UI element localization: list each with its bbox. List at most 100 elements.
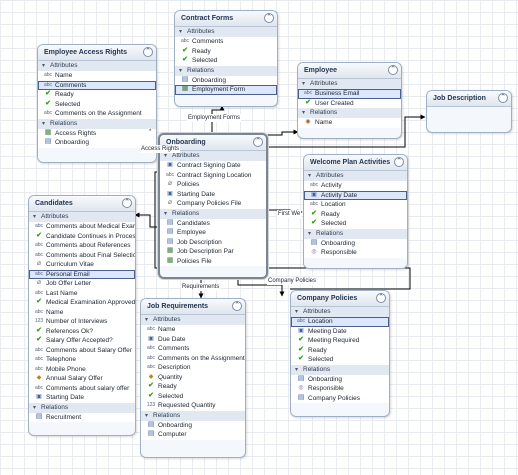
field-row-selected[interactable]: ✔ Selected xyxy=(141,391,245,401)
field-row-selected[interactable]: ✔ Selected xyxy=(38,99,156,109)
field-row-access-rights[interactable]: ▦ Access Rights xyxy=(38,128,156,138)
field-row-employee[interactable]: ▤ Employee xyxy=(160,228,266,238)
field-row-selected[interactable]: ✔ Selected xyxy=(291,355,389,365)
collapse-arrow-icon[interactable]: ▾ xyxy=(42,61,50,71)
field-row-ready[interactable]: ✔ Ready xyxy=(304,209,407,219)
field-row-onboarding[interactable]: ▤ Onboarding xyxy=(304,238,407,248)
collapse-arrow-icon[interactable]: ▾ xyxy=(302,79,310,89)
collapse-icon[interactable]: ⌃ xyxy=(498,93,508,103)
collapse-icon[interactable]: ⌃ xyxy=(143,47,153,57)
collapse-arrow-icon[interactable]: ▾ xyxy=(179,27,187,37)
field-row-activity[interactable]: abc Activity xyxy=(304,181,407,191)
field-row-company-policies[interactable]: ▤ Company Policies xyxy=(291,393,389,403)
field-row-comments[interactable]: abc Comments xyxy=(141,344,245,354)
field-row-onboarding[interactable]: ▤ Onboarding xyxy=(175,75,277,85)
field-row-medical-examination-approved[interactable]: ✔ Medical Examination Approved xyxy=(29,298,135,308)
entity-company-policies[interactable]: Company Policies ⌃ ▾ Attributes abc Location ▣… xyxy=(290,290,390,417)
relations-section-header[interactable]: ▾ Relations xyxy=(304,228,407,239)
field-row-contract-signing-location[interactable]: abc Contract Signing Location xyxy=(160,170,266,180)
field-row-personal-email[interactable]: abc Personal Email xyxy=(29,269,135,279)
relations-section-header[interactable]: ▾ Relations xyxy=(160,208,266,219)
field-row-onboarding[interactable]: ▤ Onboarding xyxy=(141,420,245,430)
field-row-job-description-par[interactable]: ▦ Job Description Par xyxy=(160,247,266,257)
field-row-responsible[interactable]: ◎ Responsible xyxy=(291,384,389,394)
relations-section-header[interactable]: ▾ Relations xyxy=(175,65,277,76)
collapse-arrow-icon[interactable]: ▾ xyxy=(295,307,303,317)
collapse-arrow-icon[interactable]: ▾ xyxy=(33,212,41,222)
attributes-section-header[interactable]: ▾ Attributes xyxy=(298,79,401,89)
field-row-references-ok[interactable]: ✔ References Ok? xyxy=(29,326,135,336)
field-row-business-email[interactable]: abc Business Email xyxy=(298,89,401,99)
entity-title[interactable]: Employee Access Rights xyxy=(38,45,156,61)
field-row-curriculum-vitae[interactable]: ⌀ Curriculum Vitae xyxy=(29,260,135,270)
field-row-comments-about-medical-exam[interactable]: abc Comments about Medical Exam xyxy=(29,222,135,232)
field-row-company-policies-file[interactable]: ⌀ Company Policies File xyxy=(160,199,266,209)
field-row-ready[interactable]: ✔ Ready xyxy=(141,382,245,392)
field-row-starting-date[interactable]: ▣ Starting Date xyxy=(29,393,135,403)
field-row-comments-about-references[interactable]: abc Comments about References xyxy=(29,241,135,251)
entity-welcome-plan-activities[interactable]: Welcome Plan Activities ⌃ ▾ Attributes abc Ac… xyxy=(303,154,408,269)
field-row-ready[interactable]: ✔ Ready xyxy=(291,345,389,355)
collapse-arrow-icon[interactable]: ▾ xyxy=(308,171,316,181)
collapse-arrow-icon[interactable]: ▾ xyxy=(308,229,316,239)
relations-section-header[interactable]: ▾ Relations xyxy=(29,402,135,413)
field-row-policies[interactable]: ⌀ Policies xyxy=(160,180,266,190)
field-row-ready[interactable]: ✔ Ready xyxy=(38,90,156,100)
attributes-section-header[interactable]: ▾ Attributes xyxy=(291,307,389,317)
field-row-job-description[interactable]: ▤ Job Description xyxy=(160,237,266,247)
relations-section-header[interactable]: ▾ Relations xyxy=(38,118,156,129)
field-row-comments-about-final-selection[interactable]: abc Comments about Final Selection xyxy=(29,250,135,260)
collapse-arrow-icon[interactable]: ▾ xyxy=(33,403,41,413)
field-row-meeting-date[interactable]: ▣ Meeting Date xyxy=(291,326,389,336)
entity-onboarding[interactable]: Onboarding ⌃ ▾ Attributes ▣ Contract Signing … xyxy=(158,133,268,279)
field-row-contract-signing-date[interactable]: ▣ Contract Signing Date xyxy=(160,161,266,171)
collapse-arrow-icon[interactable]: ▾ xyxy=(145,411,153,421)
field-row-telephone[interactable]: abc Telephone xyxy=(29,355,135,365)
field-row-salary-offer-accepted[interactable]: ✔ Salary Offer Accepted? xyxy=(29,336,135,346)
field-row-selected[interactable]: ✔ Selected xyxy=(304,219,407,229)
field-row-number-of-interviews[interactable]: 123 Number of Interviews xyxy=(29,317,135,327)
field-row-description[interactable]: abc Description xyxy=(141,363,245,373)
collapse-arrow-icon[interactable]: ▾ xyxy=(164,209,172,219)
field-row-quantity[interactable]: ◆ Quantity xyxy=(141,372,245,382)
field-row-activity-date[interactable]: ▣ Activity Date xyxy=(304,190,407,200)
field-row-recruitment[interactable]: ▤ Recruitment xyxy=(29,412,135,422)
entity-title[interactable]: Company Policies xyxy=(291,291,389,307)
collapse-icon[interactable]: ⌃ xyxy=(394,157,404,167)
entity-candidates[interactable]: Candidates ⌃ ▾ Attributes abc Comments about … xyxy=(28,195,136,436)
entity-title[interactable]: Employee xyxy=(298,63,401,79)
collapse-arrow-icon[interactable]: ▾ xyxy=(179,66,187,76)
field-row-comments-on-the-assignment[interactable]: abc Comments on the Assignment xyxy=(141,353,245,363)
field-row-comments-on-the-assignment[interactable]: abc Comments on the Assignment xyxy=(38,109,156,119)
field-row-computer[interactable]: ▤ Computer xyxy=(141,430,245,440)
entity-job-description[interactable]: Job Description ⌃ xyxy=(426,90,512,133)
field-row-comments[interactable]: abc Comments xyxy=(38,80,156,90)
entity-job-requirements[interactable]: Job Requirements ⌃ ▾ Attributes abc Name ▣ Due … xyxy=(140,298,246,458)
field-row-mobile-phone[interactable]: abc Mobile Phone xyxy=(29,364,135,374)
collapse-arrow-icon[interactable]: ▾ xyxy=(302,108,310,118)
entity-title[interactable]: Job Requirements xyxy=(141,299,245,315)
field-row-ready[interactable]: ✔ Ready xyxy=(175,46,277,56)
field-row-selected[interactable]: ✔ Selected xyxy=(175,56,277,66)
attributes-section-header[interactable]: ▾ Attributes xyxy=(141,315,245,325)
field-row-employment-form[interactable]: ▦ Employment Form xyxy=(175,85,277,95)
field-row-annual-salary-offer[interactable]: ◆ Annual Salary Offer xyxy=(29,374,135,384)
field-row-requested-quantity[interactable]: 123 Requested Quantity xyxy=(141,401,245,411)
entity-title[interactable]: Candidates xyxy=(29,196,135,212)
collapse-arrow-icon[interactable]: ▾ xyxy=(145,315,153,325)
entity-employee-access-rights[interactable]: Employee Access Rights ⌃ ▾ Attributes abc Nam… xyxy=(37,44,157,163)
entity-title[interactable]: Welcome Plan Activities xyxy=(304,155,407,171)
relations-section-header[interactable]: ▾ Relations xyxy=(141,410,245,421)
field-row-last-name[interactable]: abc Last Name xyxy=(29,288,135,298)
field-row-job-offer-letter[interactable]: ⌀ Job Offer Letter xyxy=(29,279,135,289)
collapse-arrow-icon[interactable]: ▾ xyxy=(295,365,303,375)
attributes-section-header[interactable]: ▾ Attributes xyxy=(38,61,156,71)
attributes-section-header[interactable]: ▾ Attributes xyxy=(175,27,277,37)
field-row-name[interactable]: abc Name xyxy=(141,325,245,335)
attributes-section-header[interactable]: ▾ Attributes xyxy=(29,212,135,222)
relations-section-header[interactable]: ▾ Relations xyxy=(298,108,401,118)
entity-contract-forms[interactable]: Contract Forms ⌃ ▾ Attributes abc Comments ✔ Re… xyxy=(174,10,278,107)
collapse-arrow-icon[interactable]: ▾ xyxy=(42,119,50,129)
field-row-location[interactable]: abc Location xyxy=(304,200,407,210)
field-row-candidate-continues-in-process[interactable]: ✔ Candidate Continues in Process xyxy=(29,231,135,241)
